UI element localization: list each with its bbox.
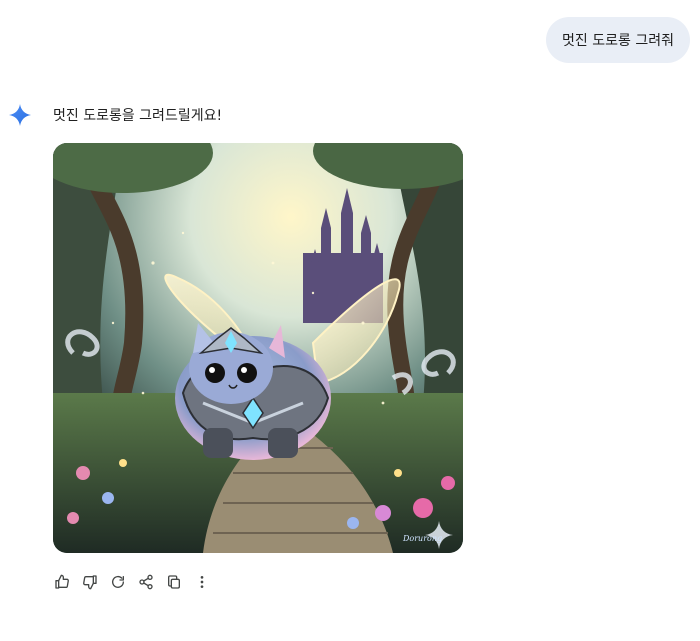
- user-message-bubble: 멋진 도로롱 그려줘: [546, 17, 690, 63]
- share-icon[interactable]: [136, 572, 156, 592]
- thumbs-down-icon[interactable]: [80, 572, 100, 592]
- response-action-bar: [52, 572, 212, 592]
- generated-image[interactable]: Dorurong: [53, 143, 463, 553]
- copy-icon[interactable]: [164, 572, 184, 592]
- assistant-response-text: 멋진 도로롱을 그려드릴게요!: [53, 108, 223, 124]
- regenerate-icon[interactable]: [108, 572, 128, 592]
- thumbs-up-icon[interactable]: [52, 572, 72, 592]
- image-signature: Dorurong: [402, 534, 442, 543]
- user-message-text: 멋진 도로롱 그려줘: [562, 33, 674, 49]
- gemini-sparkle-icon: [9, 104, 31, 126]
- more-options-icon[interactable]: [192, 572, 212, 592]
